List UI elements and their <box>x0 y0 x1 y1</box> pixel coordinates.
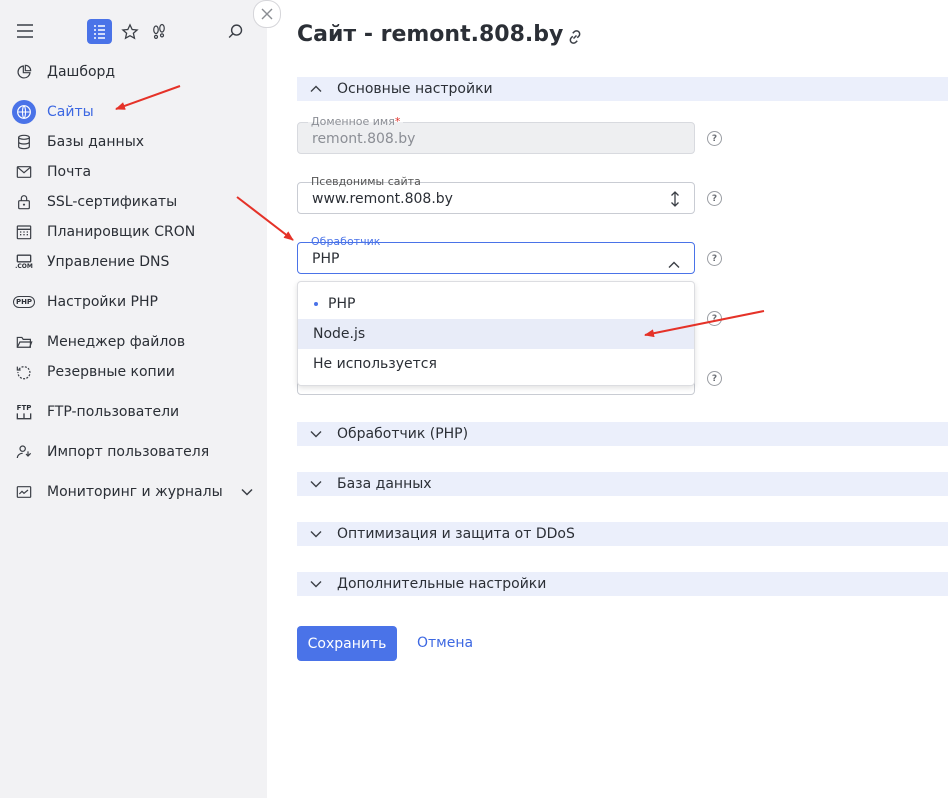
annotation-arrow <box>115 85 181 110</box>
annotation-arrows <box>115 85 765 338</box>
annotation-arrow <box>644 310 765 338</box>
annotation-arrow <box>236 196 294 241</box>
